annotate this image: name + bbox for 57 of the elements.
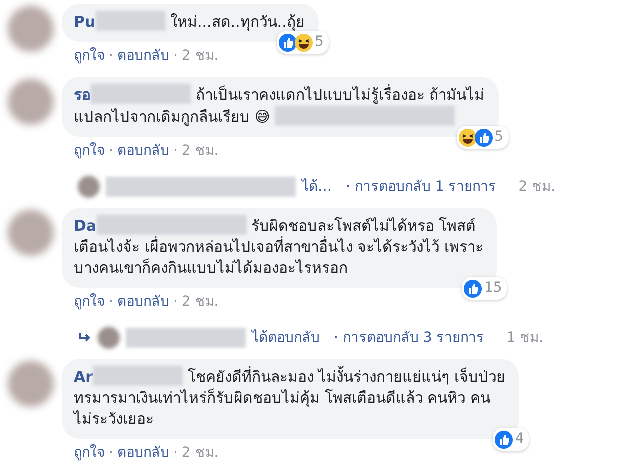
separator-dot: · [109,143,114,159]
like-icon [278,34,297,52]
laughing-face-icon [294,34,313,52]
commenter-name[interactable]: รอ [74,86,91,104]
redacted-block [96,11,166,31]
reply-author-text[interactable]: ได้ตอบกลับ [252,328,320,348]
timestamp: 2 ชม. [182,445,219,461]
reply-link[interactable]: ตอบกลับ [117,48,170,64]
laughing-face-icon [458,128,477,146]
reaction-count: 15 [484,279,502,298]
like-link[interactable]: ถูกใจ [74,445,105,461]
like-icon [474,128,493,146]
view-replies-link[interactable]: · การตอบกลับ 1 รายการ [346,176,497,198]
comment-text: บางคนเขาก็คงกินแบบไม่ได้มองอะไรหรอก [74,259,348,277]
comment-text: ถ้าเป็นเราคงแดกไปแบบไม่รู้เรื่องอะ ถ้ามันไม่ [196,86,485,104]
like-icon [495,430,514,448]
comment-text: ทรมารมาเงินเท่าไหร่ก็รับผิดชอบไม่คุ้ม โพสเตือนดีแล้ว คนหิว คน [74,389,490,407]
commenter-name[interactable]: Ar [74,368,94,386]
reply-link[interactable]: ตอบกลับ [117,294,170,310]
commenter-name[interactable]: Da [74,217,97,235]
separator-dot: · [109,48,114,64]
separator-dot: · [109,294,114,310]
reply-arrow-icon [78,332,92,344]
like-icon [464,280,482,298]
separator-dot: · [173,143,178,159]
separator-dot: · [173,48,178,64]
timestamp: 2 ชม. [182,48,219,64]
reply-author-text[interactable]: ได้… [302,176,332,198]
separator-dot: · [173,445,178,461]
timestamp: 2 ชม. [182,143,219,159]
reaction-count: 5 [314,33,324,52]
avatar[interactable] [8,361,54,407]
avatar[interactable] [8,210,54,256]
separator-dot: · [109,445,114,461]
comment-text: โชคยังดีที่กินละมอง ไม่งั้นร่างกายแย่แน่ๆ เจ็บป่วย [188,368,506,386]
reply-link[interactable]: ตอบกลับ [117,445,170,461]
commenter-name[interactable]: Pu [74,13,96,31]
like-link[interactable]: ถูกใจ [74,143,105,159]
timestamp: 2 ชม. [182,294,219,310]
like-link[interactable]: ถูกใจ [74,48,105,64]
comment-text: แปลกไปจากเดิมกูกลืนเรียบ 😅 [74,108,270,126]
comment-text: ไม่ระวังเยอะ [74,410,154,428]
timestamp: 2 ชม. [518,178,556,196]
comment-text: เตือนไงจ้ะ เผื่อพวกหล่อนไปเจอที่สาขาอื่นไง จะได้ระวังไว้ เพราะ [74,238,484,256]
like-link[interactable]: ถูกใจ [74,294,105,310]
reaction-count: 5 [494,128,504,147]
separator-dot: · [173,294,178,310]
reaction-count: 4 [515,430,524,449]
view-replies-link[interactable]: · การตอบกลับ 3 รายการ [334,328,485,348]
avatar[interactable] [8,79,54,125]
reply-link[interactable]: ตอบกลับ [117,143,170,159]
timestamp: 1 ชม. [506,328,544,348]
comment-text: รับผิดชอบละโพสต์ไม่ได้หรอ โพสต์ [251,217,476,235]
avatar[interactable] [8,6,54,52]
avatar[interactable] [98,327,120,349]
avatar[interactable] [78,176,100,198]
comment-text: ใหม่...สด..ทุกวัน..ถุ้ย [170,13,305,31]
